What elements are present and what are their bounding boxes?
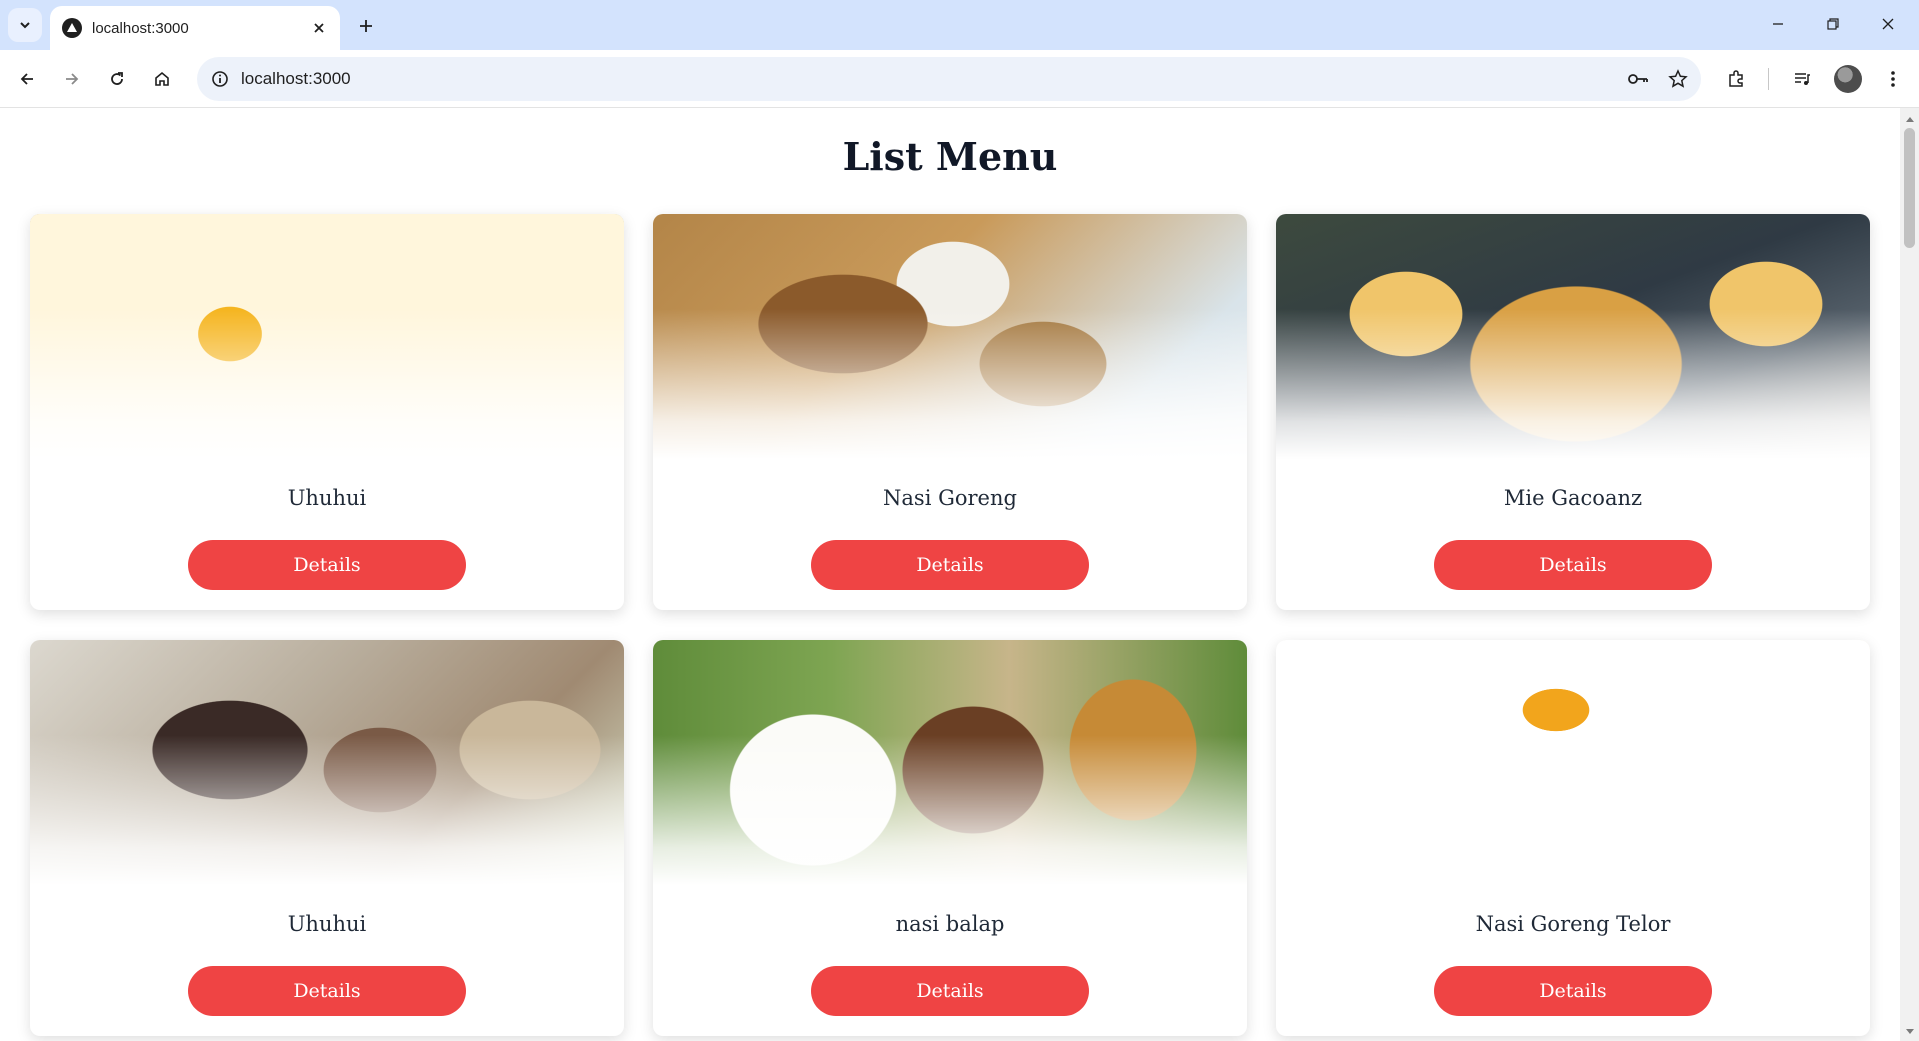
- menu-card-name: Mie Gacoanz: [1503, 486, 1643, 510]
- toolbar-divider: [1768, 68, 1769, 90]
- restore-button[interactable]: [1811, 6, 1855, 42]
- scroll-down-arrow-icon[interactable]: [1900, 1025, 1919, 1039]
- back-button[interactable]: [10, 62, 44, 96]
- info-icon[interactable]: [207, 66, 233, 92]
- minimize-button[interactable]: [1756, 6, 1800, 42]
- menu-card: Uhuhui Details: [30, 214, 624, 610]
- menu-card-name: Uhuhui: [287, 486, 367, 510]
- menu-card-name: Uhuhui: [287, 912, 367, 936]
- reload-icon: [111, 72, 123, 85]
- vertical-scrollbar[interactable]: [1900, 108, 1919, 1041]
- scrollbar-thumb[interactable]: [1904, 128, 1915, 248]
- details-button[interactable]: Details: [811, 966, 1089, 1016]
- menu-card-image: [1276, 640, 1870, 885]
- close-icon: [1882, 18, 1894, 30]
- menu-card-name: nasi balap: [895, 912, 1005, 936]
- details-button[interactable]: Details: [188, 540, 466, 590]
- browser-toolbar: localhost:3000: [0, 50, 1919, 108]
- menu-card-image: [653, 214, 1247, 459]
- triangle-logo-icon: [62, 18, 82, 38]
- restore-icon: [1827, 18, 1839, 30]
- menu-card: Nasi Goreng Telor Details: [1276, 640, 1870, 1036]
- minimize-icon: [1773, 23, 1783, 25]
- scroll-up-arrow-icon[interactable]: [1900, 112, 1919, 126]
- new-tab-button[interactable]: [352, 12, 380, 40]
- menu-card-name: Nasi Goreng Telor: [1475, 912, 1671, 936]
- menu-card: Nasi Goreng Details: [653, 214, 1247, 610]
- reload-button[interactable]: [100, 62, 134, 96]
- menu-card-image: [1276, 214, 1870, 459]
- arrow-right-icon: [66, 73, 79, 85]
- close-window-button[interactable]: [1866, 6, 1910, 42]
- star-icon[interactable]: [1661, 62, 1695, 96]
- profile-button[interactable]: [1831, 62, 1865, 96]
- page-viewport: List Menu Uhuhui Details Nasi Goreng Det…: [0, 108, 1900, 1041]
- page-title: List Menu: [842, 134, 1058, 179]
- menu-card: Mie Gacoanz Details: [1276, 214, 1870, 610]
- home-icon: [155, 71, 169, 86]
- details-button[interactable]: Details: [1434, 966, 1712, 1016]
- url-text[interactable]: localhost:3000: [241, 69, 1621, 89]
- address-bar[interactable]: localhost:3000: [197, 57, 1701, 101]
- menu-card: nasi balap Details: [653, 640, 1247, 1036]
- menu-card: Uhuhui Details: [30, 640, 624, 1036]
- tab-search-button[interactable]: [8, 8, 42, 42]
- details-button[interactable]: Details: [811, 540, 1089, 590]
- more-vertical-icon[interactable]: [1876, 62, 1910, 96]
- browser-tab-strip: localhost:3000: [0, 0, 1919, 50]
- menu-card-image: [30, 214, 624, 459]
- media-playlist-icon[interactable]: [1785, 62, 1819, 96]
- avatar: [1834, 65, 1862, 93]
- menu-card-image: [653, 640, 1247, 885]
- menu-card-image: [30, 640, 624, 885]
- home-button[interactable]: [145, 62, 179, 96]
- details-button[interactable]: Details: [1434, 540, 1712, 590]
- forward-button[interactable]: [55, 62, 89, 96]
- details-button[interactable]: Details: [188, 966, 466, 1016]
- arrow-left-icon: [20, 73, 33, 85]
- browser-tab[interactable]: localhost:3000: [50, 6, 340, 50]
- key-icon[interactable]: [1621, 62, 1655, 96]
- puzzle-icon[interactable]: [1719, 62, 1753, 96]
- menu-card-name: Nasi Goreng: [883, 486, 1017, 510]
- tab-title: localhost:3000: [92, 19, 189, 37]
- chevron-down-icon: [20, 22, 30, 29]
- close-icon[interactable]: [308, 17, 330, 39]
- plus-icon: [360, 20, 372, 32]
